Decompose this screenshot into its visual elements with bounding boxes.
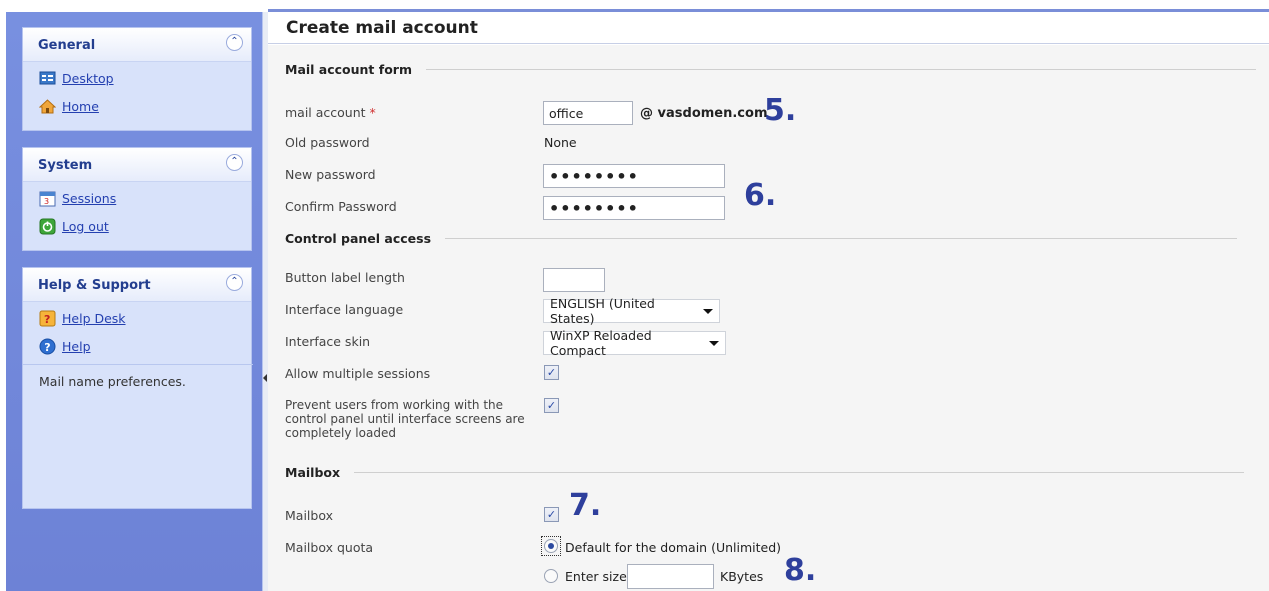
sidebar-item-help-desk[interactable]: ? Help Desk [39, 308, 126, 328]
panel-divider [23, 364, 253, 365]
desktop-icon [39, 70, 56, 87]
collapse-icon[interactable]: ⌃ [226, 274, 243, 291]
annotation-step-5: 5. [764, 93, 797, 128]
svg-text:3: 3 [44, 197, 49, 206]
calendar-icon: 3 [39, 190, 56, 207]
annotation-step-7: 7. [569, 488, 602, 523]
section-title: Mailbox [285, 465, 341, 480]
panel-system-header[interactable]: System ⌃ [23, 148, 251, 182]
label-text: mail account [285, 105, 366, 120]
section-title: Control panel access [285, 231, 432, 246]
allow-multiple-sessions-checkbox[interactable]: ✓ [544, 365, 559, 380]
select-value: ENGLISH (United States) [550, 296, 655, 326]
interface-skin-label: Interface skin [285, 334, 371, 349]
sidebar-item-sessions[interactable]: 3 Sessions [39, 188, 116, 208]
interface-language-select[interactable]: ENGLISH (United States) [543, 296, 720, 326]
panel-help-header[interactable]: Help & Support ⌃ [23, 268, 251, 302]
sidebar-item-help[interactable]: ? Help [39, 336, 91, 356]
old-password-label: Old password [285, 135, 370, 150]
help-text: Mail name preferences. [39, 374, 186, 389]
section-mail-account-form: Mail account form [285, 62, 1256, 77]
required-mark: * [369, 105, 376, 120]
panel-help-support: Help & Support ⌃ ? Help Desk ? Help Mail… [22, 267, 253, 509]
mailbox-quota-label: Mailbox quota [285, 540, 374, 555]
sidebar-item-label[interactable]: Help [62, 339, 91, 354]
svg-text:?: ? [44, 313, 50, 326]
dropdown-arrow-icon [703, 308, 713, 314]
confirm-password-label: Confirm Password [285, 199, 397, 214]
label-line: Prevent users from working with the [285, 398, 504, 412]
collapse-icon[interactable]: ⌃ [226, 34, 243, 51]
collapse-icon[interactable]: ⌃ [226, 154, 243, 171]
form-area: Mail account form mail account * @ vasdo… [268, 45, 1269, 591]
panel-title: General [38, 38, 96, 53]
mailbox-checkbox[interactable]: ✓ [544, 507, 559, 522]
mail-account-input[interactable] [543, 101, 633, 125]
button-label-length-input[interactable] [543, 268, 605, 292]
panel-general: General ⌃ Desktop Home [22, 27, 252, 131]
section-title: Mail account form [285, 62, 412, 77]
confirm-password-input[interactable]: •••••••• [543, 196, 725, 220]
prevent-users-label: Prevent users from working with the cont… [285, 398, 525, 440]
quota-unit-label: KBytes [720, 569, 764, 584]
new-password-input[interactable]: •••••••• [543, 164, 725, 188]
svg-text:?: ? [44, 341, 50, 354]
collapse-arrow-icon[interactable] [263, 374, 267, 382]
panel-title: System [38, 158, 93, 173]
helpdesk-icon: ? [39, 310, 56, 327]
button-label-length-label: Button label length [285, 270, 405, 285]
sidebar-item-label[interactable]: Desktop [62, 71, 114, 86]
sidebar-item-desktop[interactable]: Desktop [39, 68, 114, 88]
panel-general-header[interactable]: General ⌃ [23, 28, 251, 62]
quota-size-label: Enter size [565, 569, 627, 584]
label-line: completely loaded [285, 426, 396, 440]
sidebar-item-label[interactable]: Sessions [62, 191, 116, 206]
panel-system: System ⌃ 3 Sessions Log out [22, 147, 252, 251]
sidebar-item-logout[interactable]: Log out [39, 216, 109, 236]
domain-label: @ vasdomen.com [640, 106, 768, 121]
panel-title: Help & Support [38, 278, 151, 293]
prevent-users-checkbox[interactable]: ✓ [544, 398, 559, 413]
dropdown-arrow-icon [709, 340, 719, 346]
interface-skin-select[interactable]: WinXP Reloaded Compact [543, 328, 726, 358]
sidebar-item-label[interactable]: Log out [62, 219, 109, 234]
title-bar: Create mail account [268, 12, 1269, 44]
section-control-panel-access: Control panel access [285, 231, 1238, 246]
section-mailbox: Mailbox [285, 465, 1245, 480]
old-password-value: None [544, 135, 577, 150]
question-icon: ? [39, 338, 56, 355]
annotation-step-6: 6. [744, 178, 777, 213]
allow-multiple-sessions-label: Allow multiple sessions [285, 366, 431, 381]
logout-icon [39, 218, 56, 235]
section-line [445, 238, 1238, 239]
select-value: WinXP Reloaded Compact [550, 328, 652, 358]
sidebar-item-label[interactable]: Home [62, 99, 99, 114]
quota-size-radio[interactable] [544, 569, 558, 583]
page-title: Create mail account [286, 18, 478, 38]
mailbox-label: Mailbox [285, 508, 333, 523]
home-icon [38, 98, 57, 115]
quota-default-radio[interactable] [544, 539, 558, 553]
main-content: Create mail account Mail account form ma… [268, 12, 1269, 591]
quota-default-label: Default for the domain (Unlimited) [565, 540, 782, 555]
top-strip [0, 0, 1269, 12]
mail-account-label: mail account * [285, 105, 376, 120]
section-line [354, 472, 1245, 473]
sidebar-item-home[interactable]: Home [38, 96, 99, 116]
label-line: control panel until interface screens ar… [285, 412, 525, 426]
section-line [425, 69, 1256, 70]
interface-language-label: Interface language [285, 302, 404, 317]
sidebar: General ⌃ Desktop Home System ⌃ 3 Sessio… [6, 12, 266, 591]
quota-size-input[interactable] [627, 564, 714, 589]
new-password-label: New password [285, 167, 376, 182]
annotation-step-8: 8. [784, 553, 817, 588]
sidebar-item-label[interactable]: Help Desk [62, 311, 126, 326]
